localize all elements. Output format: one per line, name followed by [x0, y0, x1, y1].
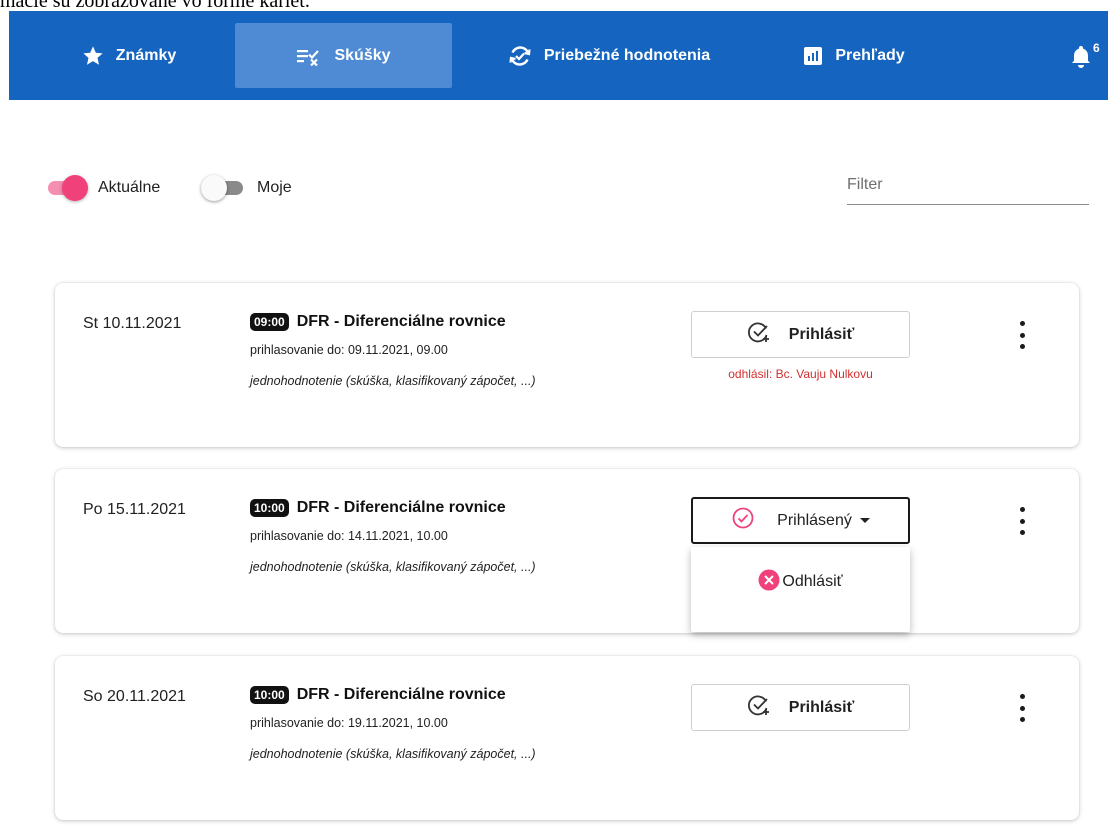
app-frame: Známky Skúšky Priebežné hodnotenia Prehľ…: [9, 11, 1108, 834]
exam-description: jednohodnotenie (skúška, klasifikovaný z…: [250, 560, 536, 574]
tab-exams[interactable]: Skúšky: [235, 23, 452, 88]
toggle-current-thumb: [62, 175, 88, 201]
exam-card: So 20.11.2021 10:00 DFR - Diferenciálne …: [55, 656, 1079, 820]
kebab-dot: [1019, 530, 1025, 535]
exam-title: DFR - Diferenciálne rovnice: [296, 499, 506, 516]
exam-deadline: prihlasovanie do: 14.11.2021, 10.00: [250, 529, 448, 543]
exam-card: St 10.11.2021 09:00 DFR - Diferenciálne …: [55, 283, 1079, 447]
toggle-mine-thumb: [201, 175, 227, 201]
exam-title-row: 10:00 DFR - Diferenciálne rovnice: [250, 499, 506, 517]
kebab-dot: [1019, 332, 1025, 338]
kebab-dot: [1019, 344, 1025, 349]
top-navigation: Známky Skúšky Priebežné hodnotenia Prehľ…: [9, 11, 1108, 100]
notifications-button[interactable]: 6: [1071, 41, 1108, 74]
tab-exams-label: Skúšky: [334, 46, 391, 64]
notification-count-badge: 6: [1093, 41, 1100, 55]
checklist-icon: [296, 46, 322, 66]
registered-dropdown-button[interactable]: Prihlásený: [691, 497, 910, 544]
cancel-circle-icon: [758, 569, 780, 596]
check-plus-icon: [747, 693, 771, 722]
more-options-button[interactable]: [1017, 321, 1027, 349]
exam-description: jednohodnotenie (skúška, klasifikovaný z…: [250, 747, 536, 761]
refresh-check-icon: [508, 44, 532, 68]
register-button-label: Prihlásiť: [788, 325, 855, 343]
star-icon: [82, 45, 104, 67]
exam-date: So 20.11.2021: [83, 688, 186, 705]
toggle-current[interactable]: Aktuálne: [48, 175, 161, 201]
check-plus-icon: [747, 320, 771, 349]
more-options-button[interactable]: [1017, 507, 1027, 535]
register-button-label: Prihlásiť: [788, 698, 855, 716]
exam-title-row: 09:00 DFR - Diferenciálne rovnice: [250, 313, 506, 331]
exam-time-badge: 09:00: [250, 313, 289, 331]
exam-title: DFR - Diferenciálne rovnice: [296, 313, 506, 330]
exam-date: Po 15.11.2021: [83, 501, 186, 518]
document-caption: mácie sú zobrazované vo forme kariet.: [0, 0, 310, 11]
circle-check-icon: [731, 506, 755, 535]
bar-chart-icon: [803, 46, 823, 66]
exam-time-badge: 10:00: [250, 499, 289, 517]
toggle-mine-track: [201, 175, 243, 201]
kebab-dot: [1019, 507, 1025, 512]
filter-field: [847, 169, 1089, 205]
exam-deadline: prihlasovanie do: 19.11.2021, 10.00: [250, 716, 448, 730]
kebab-dot: [1019, 717, 1025, 722]
kebab-dot: [1019, 518, 1025, 524]
unregister-menu-item[interactable]: Odhlásiť: [691, 567, 910, 597]
exam-deadline: prihlasovanie do: 09.11.2021, 09.00: [250, 343, 448, 357]
bell-icon: [1071, 46, 1091, 72]
registration-dropdown-menu: Odhlásiť: [691, 547, 910, 632]
tab-grades-label: Známky: [115, 46, 177, 64]
exam-time-badge: 10:00: [250, 686, 289, 704]
kebab-dot: [1019, 694, 1025, 699]
tab-grades[interactable]: Známky: [35, 23, 223, 88]
register-button[interactable]: Prihlásiť: [691, 311, 910, 358]
tab-overviews-label: Prehľady: [835, 46, 905, 64]
toggle-mine-label: Moje: [257, 179, 292, 196]
chevron-down-icon: [859, 518, 870, 523]
exam-date: St 10.11.2021: [83, 315, 182, 332]
tab-continuous-assessment-label: Priebežné hodnotenia: [543, 46, 711, 64]
register-button[interactable]: Prihlásiť: [691, 684, 910, 731]
tab-continuous-assessment[interactable]: Priebežné hodnotenia: [479, 23, 739, 88]
exam-card: Po 15.11.2021 10:00 DFR - Diferenciálne …: [55, 469, 1079, 633]
unregister-note: odhlásil: Bc. Vauju Nulkovu: [728, 367, 873, 381]
toggle-current-label: Aktuálne: [98, 179, 161, 196]
tab-overviews[interactable]: Prehľady: [779, 23, 929, 88]
kebab-dot: [1019, 705, 1025, 711]
toggle-mine[interactable]: Moje: [201, 175, 292, 201]
registered-button-label: Prihlásený: [777, 511, 852, 529]
unregister-menu-label: Odhlásiť: [782, 573, 843, 590]
toggle-current-track: [48, 175, 88, 201]
exam-description: jednohodnotenie (skúška, klasifikovaný z…: [250, 374, 536, 388]
exam-title: DFR - Diferenciálne rovnice: [296, 686, 506, 703]
more-options-button[interactable]: [1017, 694, 1027, 722]
kebab-dot: [1019, 321, 1025, 326]
filter-input[interactable]: [847, 169, 1089, 201]
exam-title-row: 10:00 DFR - Diferenciálne rovnice: [250, 686, 506, 704]
